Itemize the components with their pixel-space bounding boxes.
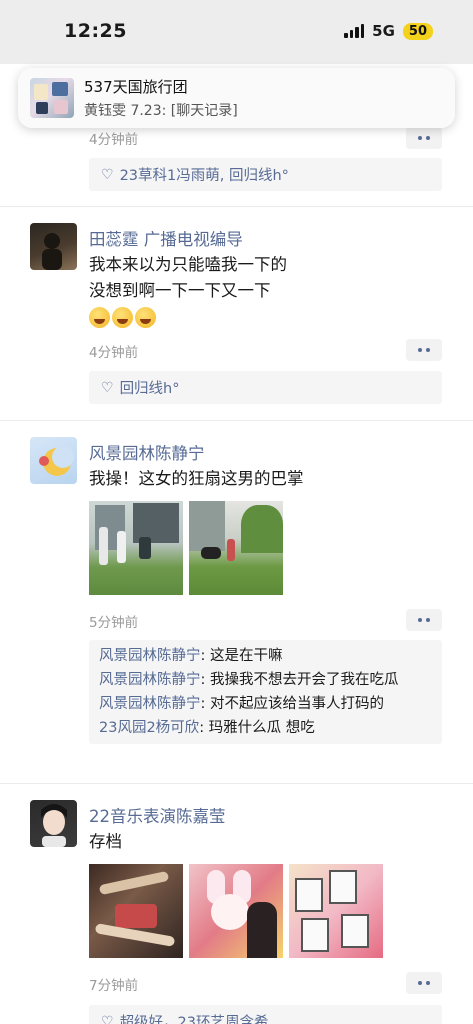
notification-title: 537天国旅行团	[84, 78, 188, 96]
moment-post: 田蕊霆 广播电视编导 我本来以为只能嗑我一下的 没想到啊一下一下又一下 4分钟前…	[0, 208, 473, 421]
comment-author[interactable]: 风景园林陈静宁	[99, 648, 201, 664]
likes-bar[interactable]: ♡ 回归线h°	[89, 371, 442, 404]
status-bar: 12:25 5G 50	[0, 0, 473, 64]
post-author[interactable]: 风景园林陈静宁	[89, 440, 205, 464]
signal-icon	[344, 24, 365, 38]
avatar[interactable]	[30, 800, 77, 847]
comment[interactable]: 风景园林陈静宁: 我操我不想去开会了我在吃瓜	[99, 668, 432, 692]
comments-panel: 风景园林陈静宁: 这是在干嘛 风景园林陈静宁: 我操我不想去开会了我在吃瓜 风景…	[89, 640, 442, 744]
post-photo[interactable]	[189, 864, 283, 958]
comment[interactable]: 风景园林陈静宁: 这是在干嘛	[99, 644, 432, 668]
comment-text: : 对不起应该给当事人打码的	[200, 696, 385, 712]
comment-text: : 我操我不想去开会了我在吃瓜	[200, 672, 399, 688]
status-icons: 5G 50	[344, 22, 433, 40]
comment[interactable]: 23风园2杨可欣: 玛雅什么瓜 想吃	[99, 716, 432, 740]
person-photo-icon	[41, 804, 67, 847]
more-options-button[interactable]	[406, 339, 442, 361]
moments-feed[interactable]: 4分钟前 ♡ 23草科1冯雨萌, 回归线h° 田蕊霆 广播电视编导 我本来以为只…	[0, 64, 473, 1024]
post-time: 7分钟前	[89, 978, 139, 994]
grinning-squint-face-icon	[89, 307, 110, 328]
post-time: 5分钟前	[89, 615, 139, 631]
avatar[interactable]	[30, 437, 77, 484]
moon-sticker-icon	[39, 446, 74, 476]
post-photo[interactable]	[189, 501, 283, 595]
notification-message: 黄钰雯 7.23: [聊天记录]	[84, 103, 238, 119]
likes-names: 回归线h°	[119, 381, 180, 397]
moment-post: 22音乐表演陈嘉莹 存档 7分钟前 ♡ 超级好，23环艺周含希	[0, 785, 473, 1024]
post-text: 我操！这女的狂扇这男的巴掌	[89, 469, 304, 488]
post-time: 4分钟前	[89, 345, 139, 361]
network-type: 5G	[372, 22, 395, 40]
comment-text: : 这是在干嘛	[200, 648, 283, 664]
comment-text: : 玛雅什么瓜 想吃	[199, 720, 315, 736]
post-author[interactable]: 22音乐表演陈嘉莹	[89, 803, 226, 827]
comment-author[interactable]: 23风园2杨可欣	[99, 720, 199, 736]
post-photo[interactable]	[289, 864, 383, 958]
post-author[interactable]: 田蕊霆 广播电视编导	[89, 226, 243, 250]
group-chat-thumbnail	[30, 78, 74, 118]
grinning-squint-face-icon	[112, 307, 133, 328]
notification-text: 537天国旅行团 黄钰雯 7.23: [聊天记录]	[84, 76, 238, 120]
notification-banner[interactable]: 537天国旅行团 黄钰雯 7.23: [聊天记录]	[18, 68, 455, 128]
likes-bar[interactable]: ♡ 23草科1冯雨萌, 回归线h°	[89, 158, 442, 191]
comment-author[interactable]: 风景园林陈静宁	[99, 672, 201, 688]
post-time: 4分钟前	[89, 132, 139, 148]
more-options-button[interactable]	[406, 609, 442, 631]
likes-bar[interactable]: ♡ 超级好，23环艺周含希	[89, 1005, 442, 1024]
post-photo[interactable]	[89, 864, 183, 958]
likes-names: 23草科1冯雨萌, 回归线h°	[119, 168, 289, 184]
likes-names: 超级好，23环艺周含希	[119, 1015, 269, 1024]
more-options-button[interactable]	[406, 972, 442, 994]
post-text: 我本来以为只能嗑我一下的 没想到啊一下一下又一下	[89, 255, 287, 300]
heart-icon: ♡	[101, 379, 114, 396]
more-options-button[interactable]	[406, 127, 442, 149]
person-silhouette-icon	[42, 233, 62, 270]
heart-icon: ♡	[101, 1013, 114, 1024]
avatar[interactable]	[30, 223, 77, 270]
grinning-squint-face-icon	[135, 307, 156, 328]
status-time: 12:25	[64, 20, 127, 42]
post-text: 存档	[89, 832, 122, 851]
moment-post: 风景园林陈静宁 我操！这女的狂扇这男的巴掌 5分钟前 风景园林陈静宁: 这是在干…	[0, 422, 473, 784]
battery-level: 50	[402, 22, 433, 40]
post-photo[interactable]	[89, 501, 183, 595]
comment-author[interactable]: 风景园林陈静宁	[99, 696, 201, 712]
emoji-row	[89, 307, 156, 328]
heart-icon: ♡	[101, 166, 114, 183]
comment[interactable]: 风景园林陈静宁: 对不起应该给当事人打码的	[99, 692, 432, 716]
